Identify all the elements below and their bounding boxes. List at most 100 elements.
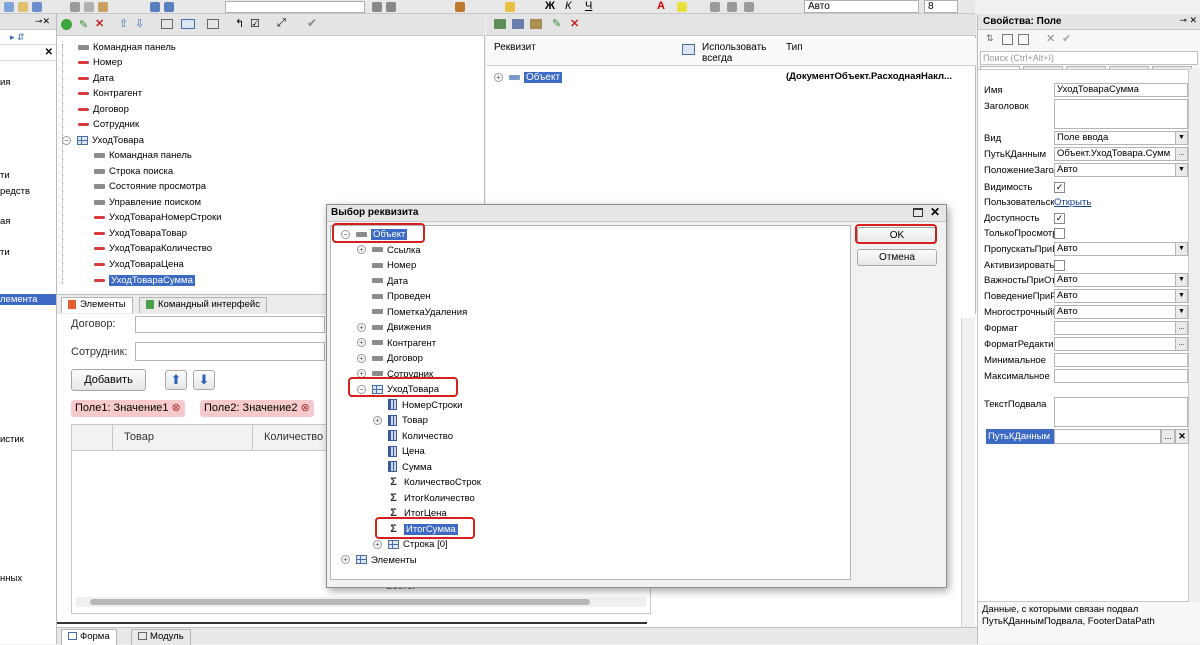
check-icon[interactable]: ✔ bbox=[307, 16, 317, 30]
elements-tree-item[interactable]: Командная панель bbox=[78, 40, 176, 55]
align-center-icon[interactable] bbox=[727, 2, 737, 12]
remove-filter-icon[interactable]: ⊗ bbox=[172, 402, 181, 414]
requisite-tree-item[interactable]: Количество bbox=[373, 429, 453, 444]
elements-tree-item[interactable]: Договор bbox=[78, 102, 129, 117]
font-name-field[interactable]: Авто bbox=[804, 0, 919, 13]
requisite-tree-item[interactable]: Σ КоличествоСтрок bbox=[373, 475, 481, 490]
requisite-tree-item[interactable]: НомерСтроки bbox=[373, 398, 462, 413]
requisite-tree-item[interactable]: + Движения bbox=[357, 320, 431, 335]
metadata-item[interactable]: ти bbox=[0, 247, 10, 258]
open-icon[interactable] bbox=[18, 2, 28, 12]
elements-tree-item[interactable]: Контрагент bbox=[78, 86, 142, 101]
ellipsis-icon[interactable]: ... bbox=[1175, 148, 1187, 160]
check-icon[interactable]: ✔ bbox=[1062, 32, 1071, 45]
requisite-tree-item[interactable]: + Ссылка bbox=[357, 243, 421, 258]
expand-icon[interactable]: + bbox=[373, 539, 382, 549]
sort-icon[interactable]: ⇅ bbox=[986, 33, 994, 44]
metadata-item[interactable]: ая bbox=[0, 216, 10, 227]
move-down-button[interactable]: ⬇ bbox=[193, 370, 215, 390]
tab-module[interactable]: Модуль bbox=[131, 629, 191, 645]
filter-chip-1[interactable]: Поле1: Значение1 ⊗ bbox=[71, 400, 185, 417]
font-size-field[interactable]: 8 bbox=[924, 0, 958, 13]
delete-icon[interactable]: ✕ bbox=[95, 17, 104, 30]
property-value-field[interactable]: Авто ▼ bbox=[1054, 289, 1188, 303]
property-checkbox[interactable] bbox=[1054, 260, 1065, 271]
form-vscroll[interactable] bbox=[961, 318, 975, 628]
remove-filter-icon[interactable]: ⊗ bbox=[301, 402, 310, 414]
property-value-field[interactable]: Авто ▼ bbox=[1054, 305, 1188, 319]
elements-tree-item[interactable]: УходТовараТовар bbox=[94, 226, 187, 241]
table-hscroll[interactable] bbox=[76, 597, 646, 607]
metadata-item[interactable]: нных bbox=[0, 573, 22, 584]
elements-tree-item[interactable]: − УходТовара bbox=[62, 133, 144, 148]
link-icon[interactable]: ↰ bbox=[235, 17, 244, 30]
tab-elements[interactable]: Элементы bbox=[61, 297, 133, 313]
maximize-icon[interactable] bbox=[913, 208, 923, 217]
align-left-icon[interactable] bbox=[710, 2, 720, 12]
property-value-field[interactable] bbox=[1054, 369, 1188, 383]
property-value-field[interactable]: ... bbox=[1054, 321, 1188, 335]
copy-icon[interactable] bbox=[84, 2, 94, 12]
clear-search-icon[interactable]: ✕ bbox=[45, 47, 53, 58]
property-link[interactable]: Открыть bbox=[1054, 195, 1091, 210]
expand-icon[interactable]: + bbox=[357, 338, 366, 348]
requisite-tree-item[interactable]: Σ ИтогКоличество bbox=[373, 491, 475, 506]
dropdown-icon[interactable]: ▼ bbox=[1175, 274, 1187, 286]
footer-data-path-field[interactable] bbox=[1054, 429, 1161, 444]
ellipsis-icon[interactable]: ... bbox=[1175, 322, 1187, 334]
cancel-button[interactable]: Отмена bbox=[857, 249, 937, 266]
dropdown-icon[interactable]: ▼ bbox=[1175, 243, 1187, 255]
elements-tree-item[interactable]: Управление поиском bbox=[94, 195, 201, 210]
list-icon[interactable] bbox=[1018, 34, 1029, 45]
find-next-icon[interactable] bbox=[386, 2, 396, 12]
add-subrequisite-icon[interactable] bbox=[530, 19, 542, 29]
dropdown-icon[interactable]: ▼ bbox=[1175, 164, 1187, 176]
underline-icon[interactable]: Ч bbox=[585, 0, 592, 12]
requisite-tree-item[interactable]: Цена bbox=[373, 444, 425, 459]
expand-icon[interactable]: + bbox=[494, 72, 503, 82]
align-right-icon[interactable] bbox=[744, 2, 754, 12]
bold-icon[interactable]: Ж bbox=[545, 0, 555, 12]
pin-icon[interactable]: ⊸ ✕ bbox=[1179, 15, 1197, 26]
find-icon[interactable] bbox=[372, 2, 382, 12]
dropdown-icon[interactable]: ▼ bbox=[1175, 132, 1187, 144]
property-checkbox[interactable] bbox=[1054, 228, 1065, 239]
expand-icon[interactable]: + bbox=[357, 353, 366, 363]
expand-icon[interactable]: + bbox=[341, 555, 350, 565]
clear-value-icon[interactable]: ✕ bbox=[1175, 429, 1189, 444]
check-list-icon[interactable]: ☑ bbox=[250, 17, 260, 30]
elements-tree-item[interactable]: УходТовараКоличество bbox=[94, 241, 212, 256]
metadata-item[interactable]: редств bbox=[0, 186, 30, 197]
metadata-item[interactable]: истик bbox=[0, 434, 24, 445]
ellipsis-icon[interactable]: ... bbox=[1175, 338, 1187, 350]
property-value-field[interactable]: Поле ввода ▼ bbox=[1054, 131, 1188, 145]
requisite-tree-item[interactable]: Номер bbox=[357, 258, 416, 273]
requisite-tree-item[interactable]: ПометкаУдаления bbox=[357, 305, 467, 320]
edit-icon[interactable]: ✎ bbox=[79, 18, 88, 31]
pin-icon[interactable]: ⊸✕ bbox=[35, 16, 50, 27]
properties-search[interactable]: Поиск (Ctrl+Alt+I) bbox=[980, 51, 1198, 65]
move-up-icon[interactable]: ⇧ bbox=[119, 17, 128, 30]
property-checkbox[interactable]: ✓ bbox=[1054, 182, 1065, 193]
property-value-field[interactable]: Авто ▼ bbox=[1054, 242, 1188, 256]
filter-chip-2[interactable]: Поле2: Значение2 ⊗ bbox=[200, 400, 314, 417]
edit-requisite-icon[interactable]: ✎ bbox=[552, 17, 561, 30]
categories-icon[interactable] bbox=[1002, 34, 1013, 45]
display-icon[interactable] bbox=[181, 19, 195, 29]
metadata-item[interactable]: ти bbox=[0, 170, 10, 181]
metadata-item[interactable]: ия bbox=[0, 77, 10, 88]
requisite-tree-item[interactable]: Дата bbox=[357, 274, 408, 289]
paste-icon[interactable] bbox=[98, 2, 108, 12]
redo-icon[interactable] bbox=[164, 2, 174, 12]
property-checkbox[interactable]: ✓ bbox=[1054, 213, 1065, 224]
scroll-thumb[interactable] bbox=[90, 599, 590, 605]
property-value-field[interactable]: Авто ▼ bbox=[1054, 273, 1188, 287]
property-value-field[interactable] bbox=[1054, 353, 1188, 367]
arrow-icon[interactable]: ▸ ⇵ bbox=[10, 32, 25, 43]
close-icon[interactable]: ✕ bbox=[930, 205, 940, 219]
tab-form[interactable]: Форма bbox=[61, 629, 117, 645]
requisite-tree-item[interactable]: Сумма bbox=[373, 460, 432, 475]
italic-icon[interactable]: К bbox=[565, 0, 571, 12]
requisite-tree-item[interactable]: + Контрагент bbox=[357, 336, 436, 351]
elements-tree-item[interactable]: Сотрудник bbox=[78, 117, 139, 132]
